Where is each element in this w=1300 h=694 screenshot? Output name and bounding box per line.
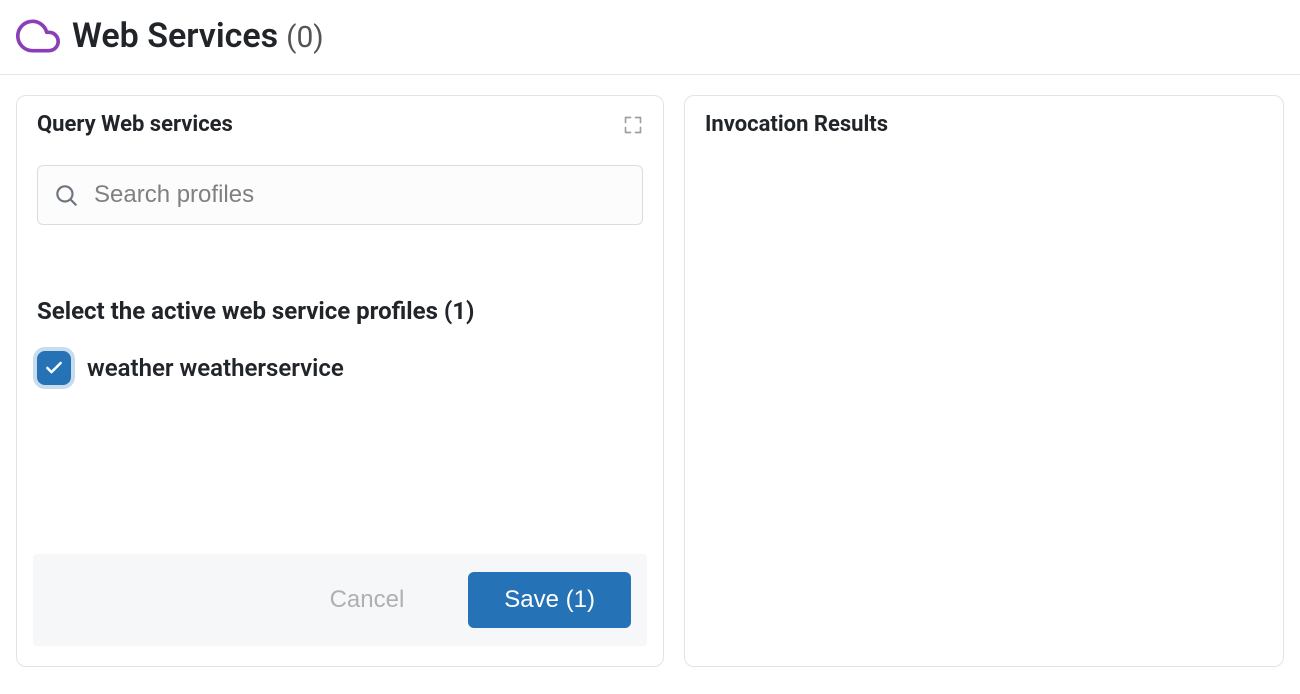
- panels-container: Query Web services Select the active web…: [0, 75, 1300, 687]
- search-input[interactable]: [37, 165, 643, 225]
- profile-checkbox[interactable]: [37, 351, 71, 385]
- query-panel-footer: Cancel Save (1): [17, 538, 663, 666]
- query-panel-title: Query Web services: [37, 112, 233, 137]
- cloud-icon: [16, 14, 60, 58]
- query-panel-header: Query Web services: [17, 96, 663, 145]
- profiles-section-title: Select the active web service profiles (…: [37, 297, 643, 325]
- profile-row[interactable]: weather weatherservice: [37, 351, 643, 385]
- save-button[interactable]: Save (1): [468, 572, 631, 628]
- results-panel-title: Invocation Results: [705, 112, 888, 137]
- search-wrap: [37, 165, 643, 225]
- expand-icon[interactable]: [623, 115, 643, 135]
- profile-label: weather weatherservice: [87, 354, 344, 382]
- page-title-text: Web Services: [72, 16, 278, 56]
- results-panel-header: Invocation Results: [685, 96, 1283, 145]
- page-title-count: (0): [286, 20, 324, 55]
- page-title: Web Services (0): [72, 16, 324, 56]
- results-panel: Invocation Results: [684, 95, 1284, 667]
- page-header: Web Services (0): [0, 0, 1300, 75]
- query-panel: Query Web services Select the active web…: [16, 95, 664, 667]
- cancel-button[interactable]: Cancel: [318, 578, 417, 622]
- footer-inner: Cancel Save (1): [33, 554, 647, 646]
